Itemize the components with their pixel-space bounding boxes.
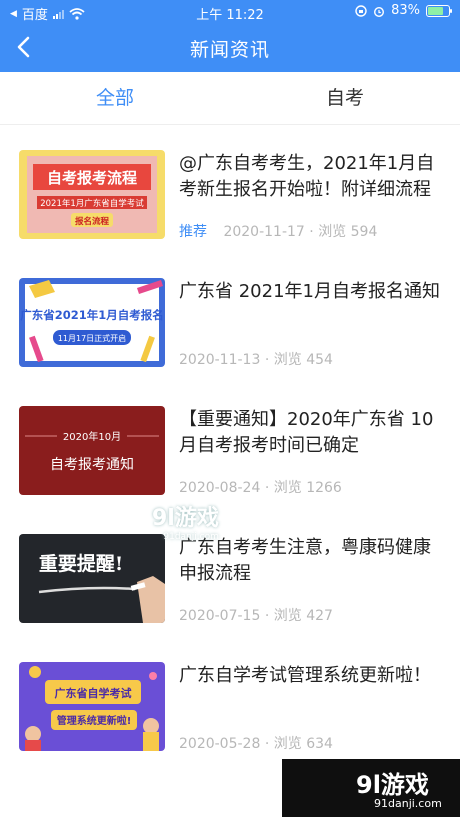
news-thumbnail: 重要提醒! (19, 534, 165, 623)
news-thumbnail: 广东省2021年1月自考报名 11月17日正式开启 (19, 278, 165, 367)
alarm-icon (374, 6, 385, 17)
battery-icon (426, 4, 452, 17)
page-title: 新闻资讯 (189, 39, 270, 61)
views-count: 454 (306, 352, 333, 368)
news-date: 2020-07-15 (179, 608, 261, 624)
views-label: 浏览 (273, 736, 302, 752)
views-count: 634 (306, 736, 333, 752)
views-label: 浏览 (273, 608, 302, 624)
news-thumbnail: 广东省自学考试 管理系统更新啦! (19, 662, 165, 751)
battery-percent: 83% (391, 3, 420, 18)
thumb-text: 报名流程 (75, 216, 110, 227)
thumb-text: 重要提醒! (39, 552, 123, 575)
thumb-text: 广东省2021年1月自考报名 (20, 308, 164, 322)
news-title: 广东省 2021年1月自考报名通知 (179, 281, 440, 302)
news-item[interactable]: 广东省自学考试 管理系统更新啦! 广东自学考试管理系统更新啦！ 2020-05-… (0, 637, 460, 765)
news-date: 2020-11-13 (179, 352, 261, 368)
news-meta: 2020-05-28 · 浏览 634 (179, 736, 333, 752)
news-meta: 2020-07-15 · 浏览 427 (179, 608, 333, 624)
views-label: 浏览 (273, 480, 302, 496)
thumb-text: 广东省自学考试 (55, 686, 132, 700)
corner-watermark: 9l游戏 91danji.com (282, 759, 460, 817)
news-title: @广东自考考生，2021年1月自考新生报名开始啦！附详细流程 (179, 153, 435, 200)
news-meta: 2020-08-24 · 浏览 1266 (179, 480, 342, 496)
thumb-text: 管理系统更新啦! (57, 714, 132, 727)
views-count: 1266 (306, 480, 342, 496)
thumb-text: 自考报考通知 (50, 456, 134, 473)
status-bar: ◀ 百度 上午 11:22 83% (0, 0, 460, 24)
tab-all[interactable]: 全部 (0, 72, 230, 124)
news-thumbnail: 2020年10月 自考报考通知 (19, 406, 165, 495)
news-meta: 2020-11-13 · 浏览 454 (179, 352, 333, 368)
news-thumbnail: 自考报考流程 2021年1月广东省自学考试 报名流程 (19, 150, 165, 239)
thumb-text: 2020年10月 (63, 430, 121, 443)
thumb-text: 2021年1月广东省自学考试 (40, 198, 144, 209)
views-label: 浏览 (318, 224, 347, 240)
news-item[interactable]: 2020年10月 自考报考通知 【重要通知】2020年广东省 10 月自考报考时… (0, 381, 460, 509)
news-title: 广东自考考生注意，粤康码健康申报流程 (179, 537, 431, 584)
watermark-logo: 9l游戏 91danji.com (152, 506, 219, 542)
tab-bar: 全部 自考 (0, 72, 460, 125)
nav-bar: 新闻资讯 (0, 24, 460, 72)
news-date: 2020-08-24 (179, 480, 261, 496)
news-date: 2020-11-17 (223, 224, 305, 240)
thumb-text: 11月17日正式开启 (58, 333, 126, 343)
news-title: 广东自学考试管理系统更新啦！ (179, 665, 431, 686)
views-count: 594 (350, 224, 378, 240)
tab-self-exam[interactable]: 自考 (230, 72, 460, 124)
news-item[interactable]: 广东省2021年1月自考报名 11月17日正式开启 广东省 2021年1月自考报… (0, 253, 460, 381)
news-meta: 推荐 2020-11-17 · 浏览 594 (179, 224, 378, 240)
views-label: 浏览 (273, 352, 302, 368)
views-count: 427 (306, 608, 333, 624)
rotation-lock-icon (355, 4, 367, 17)
recommend-tag: 推荐 (179, 224, 207, 240)
news-item[interactable]: 重要提醒! 广东自考考生注意，粤康码健康申报流程 2020-07-15 · 浏览… (0, 509, 460, 637)
news-title: 【重要通知】2020年广东省 10 月自考报考时间已确定 (179, 409, 434, 456)
news-item[interactable]: 自考报考流程 2021年1月广东省自学考试 报名流程 @广东自考考生，2021年… (0, 125, 460, 253)
news-date: 2020-05-28 (179, 736, 261, 752)
thumb-text: 自考报考流程 (47, 169, 137, 187)
